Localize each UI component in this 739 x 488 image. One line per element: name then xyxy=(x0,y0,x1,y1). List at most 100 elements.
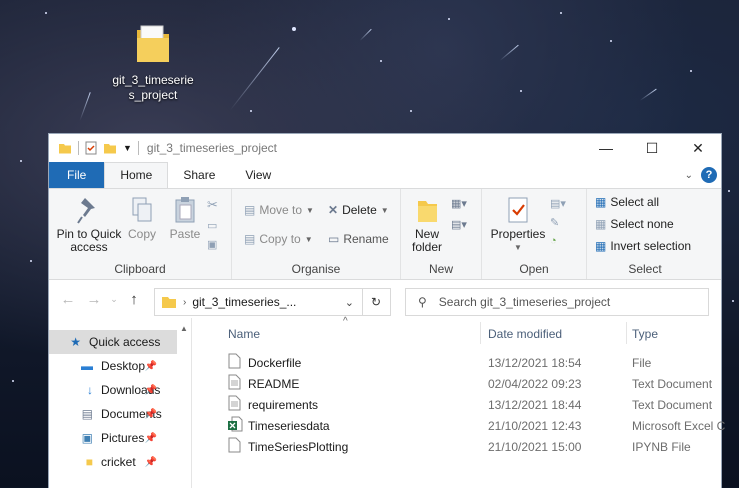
nav-item-pictures[interactable]: ▣ Pictures 📌 xyxy=(49,426,177,450)
file-date: 13/12/2021 18:44 xyxy=(488,397,582,412)
properties-check-icon[interactable] xyxy=(85,141,97,155)
quick-access-toolbar: ▼ xyxy=(49,141,139,155)
open-icon[interactable]: ▤▾ xyxy=(550,197,566,210)
table-row[interactable]: TimeSeriesPlotting 21/10/2021 15:00 IPYN… xyxy=(192,436,721,457)
table-row[interactable]: README 02/04/2022 09:23 Text Document xyxy=(192,373,721,394)
column-header-row: Name Date modified Type xyxy=(192,318,721,348)
copy-icon xyxy=(132,197,152,222)
nav-item-label: cricket xyxy=(101,455,136,469)
copy-to-icon: ▤ xyxy=(244,232,256,246)
column-header-name[interactable]: Name xyxy=(228,327,260,341)
breadcrumb[interactable]: git_3_timeseries_... xyxy=(192,295,296,309)
file-name: TimeSeriesPlotting xyxy=(248,439,349,454)
tab-view[interactable]: View xyxy=(230,162,286,188)
address-dropdown-chevron-icon[interactable]: ⌄ xyxy=(345,296,354,309)
navigation-scrollbar[interactable]: ▲ xyxy=(177,318,191,488)
delete-button[interactable]: ✕ Delete ▼ xyxy=(328,203,389,217)
copy-label: Copy xyxy=(127,227,156,241)
expand-ribbon-chevron-icon[interactable]: ⌄ xyxy=(685,170,693,181)
nav-item-downloads[interactable]: ↓ Downloads 📌 xyxy=(49,378,177,402)
column-header-date-modified[interactable]: Date modified xyxy=(488,327,562,341)
file-list: ^ Name Date modified Type Dockerfile 13/… xyxy=(192,316,725,488)
new-folder-button[interactable]: New folder xyxy=(407,195,447,254)
close-button[interactable]: ✕ xyxy=(675,134,721,162)
paste-label: Paste xyxy=(169,227,201,241)
move-to-icon: ▤ xyxy=(244,203,256,217)
nav-item-desktop[interactable]: ▬ Desktop 📌 xyxy=(49,354,177,378)
paste-shortcut-icon[interactable]: ▣ xyxy=(207,238,218,251)
column-header-type[interactable]: Type xyxy=(632,327,658,341)
pictures-icon: ▣ xyxy=(81,431,93,445)
pin-icon[interactable]: 📌 xyxy=(145,385,157,396)
forward-arrow-icon[interactable]: → xyxy=(81,291,107,308)
help-icon[interactable]: ? xyxy=(701,167,717,183)
table-row[interactable]: requirements 13/12/2021 18:44 Text Docum… xyxy=(192,394,721,415)
properties-button[interactable]: Properties ▼ xyxy=(490,195,546,254)
maximize-button[interactable]: ☐ xyxy=(629,134,675,162)
search-input[interactable]: ⚲ Search git_3_timeseries_project xyxy=(405,288,709,316)
paste-button[interactable]: Paste xyxy=(167,195,203,241)
navigation-pane: ★ Quick access ▬ Desktop 📌 ↓ Downloads 📌… xyxy=(49,318,191,488)
copy-button[interactable]: Copy xyxy=(127,195,157,241)
file-name: Dockerfile xyxy=(248,355,302,370)
nav-item-cricket[interactable]: ■ cricket 📌 xyxy=(49,450,177,474)
nav-item-documents[interactable]: ▤ Documents 📌 xyxy=(49,402,177,426)
table-row[interactable]: Timeseriesdata 21/10/2021 12:43 Microsof… xyxy=(192,415,725,436)
refresh-button[interactable]: ↻ xyxy=(362,288,391,316)
table-row[interactable]: Dockerfile 13/12/2021 18:54 File xyxy=(192,352,721,373)
back-arrow-icon[interactable]: ← xyxy=(55,291,81,308)
title-bar: ▼ git_3_timeseries_project — ☐ ✕ xyxy=(49,134,721,162)
folder-icon xyxy=(59,144,71,154)
explorer-body: ★ Quick access ▬ Desktop 📌 ↓ Downloads 📌… xyxy=(49,316,725,488)
chevron-down-icon: ▼ xyxy=(304,234,313,244)
invert-selection-button[interactable]: ▦ Invert selection xyxy=(595,239,691,253)
select-all-icon: ▦ xyxy=(595,195,607,209)
pin-quick-access-button[interactable]: Pin to Quick access xyxy=(53,195,125,254)
pin-icon[interactable]: 📌 xyxy=(145,361,157,372)
file-type: Text Document xyxy=(632,397,713,412)
folder-icon xyxy=(137,25,169,62)
new-folder-icon[interactable] xyxy=(103,141,117,155)
address-bar[interactable]: › git_3_timeseries_... ⌄ xyxy=(154,288,363,316)
tab-share[interactable]: Share xyxy=(168,162,230,188)
paste-icon xyxy=(175,197,195,223)
recent-locations-chevron-icon[interactable]: ⌄ xyxy=(107,294,121,305)
up-arrow-icon[interactable]: ↑ xyxy=(121,291,147,308)
tab-home[interactable]: Home xyxy=(104,162,169,188)
cut-icon[interactable]: ✂ xyxy=(207,197,218,213)
scroll-up-arrow-icon[interactable]: ▲ xyxy=(177,324,191,333)
delete-icon: ✕ xyxy=(328,203,339,217)
select-all-label: Select all xyxy=(610,195,660,209)
address-bar-row: ← → ⌄ ↑ › git_3_timeseries_... ⌄ ↻ ⚲ Sea… xyxy=(49,280,721,318)
new-folder-label: New folder xyxy=(411,227,443,254)
window-title: git_3_timeseries_project xyxy=(146,141,277,155)
file-date: 02/04/2022 09:23 xyxy=(488,376,582,391)
file-name: Timeseriesdata xyxy=(248,418,330,433)
customize-qat-chevron-icon[interactable]: ▼ xyxy=(123,143,132,153)
easy-access-icon[interactable]: ▤▾ xyxy=(451,218,467,231)
delete-label: Delete xyxy=(342,203,377,217)
text-file-icon xyxy=(228,374,241,393)
new-item-icon[interactable]: ▦▾ xyxy=(451,197,467,210)
desktop-icon: ▬ xyxy=(81,359,93,373)
file-date: 21/10/2021 15:00 xyxy=(488,439,582,454)
select-all-button[interactable]: ▦ Select all xyxy=(595,195,659,209)
desktop-folder-shortcut[interactable]: git_3_timeseries_project xyxy=(104,22,202,103)
tab-file[interactable]: File xyxy=(49,162,105,188)
copy-path-icon[interactable]: ▭ xyxy=(207,219,218,232)
rename-button[interactable]: ▭ Rename xyxy=(328,232,389,246)
select-none-button[interactable]: ▦ Select none xyxy=(595,217,674,231)
clipboard-group-label: Clipboard xyxy=(114,262,166,276)
open-group: Properties ▼ ▤▾ ✎ ◔ Open xyxy=(482,189,587,279)
pin-icon[interactable]: 📌 xyxy=(145,433,157,444)
history-icon[interactable]: ◔ xyxy=(550,235,566,247)
minimize-button[interactable]: — xyxy=(583,134,629,162)
text-file-icon xyxy=(228,395,241,414)
edit-icon[interactable]: ✎ xyxy=(550,216,566,229)
pin-icon[interactable]: 📌 xyxy=(145,457,157,468)
copy-to-button[interactable]: ▤ Copy to ▼ xyxy=(244,232,313,246)
move-to-button[interactable]: ▤ Move to ▼ xyxy=(244,203,314,217)
select-group: ▦ Select all ▦ Select none ▦ Invert sele… xyxy=(587,189,703,279)
nav-item-quick-access[interactable]: ★ Quick access xyxy=(49,330,177,354)
pin-icon[interactable]: 📌 xyxy=(145,409,157,420)
